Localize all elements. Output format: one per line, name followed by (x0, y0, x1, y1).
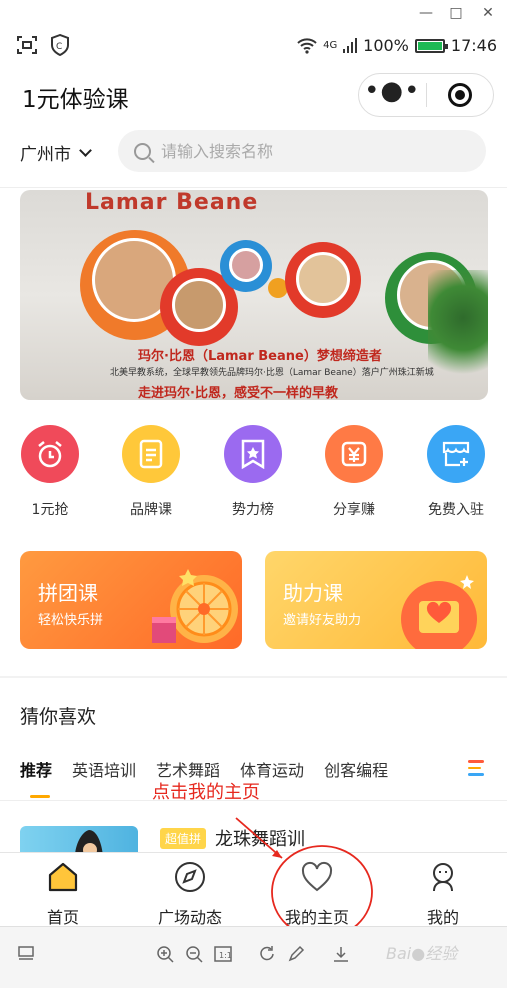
exit-button[interactable] (427, 74, 494, 116)
prize-wheel-icon (152, 569, 238, 643)
close-icon[interactable]: ✕ (475, 2, 501, 24)
category-label: 1元抢 (31, 502, 69, 518)
minimize-icon[interactable]: — (413, 2, 439, 24)
banner-carousel[interactable]: Lamar Beane 玛尔·比恩（Lamar Beane）梦想缔造者 北美早教… (20, 190, 488, 400)
annotation-text: 点击我的主页 (152, 782, 260, 803)
course-title[interactable]: 龙珠舞蹈训 (215, 825, 305, 851)
category-ranking[interactable]: 势力榜 (203, 425, 303, 519)
promo-subtitle: 轻松快乐拼 (38, 613, 104, 628)
nav-label: 我的主页 (284, 908, 349, 927)
gift-heart-icon (401, 575, 477, 649)
target-icon (447, 83, 472, 107)
zoom-in-icon[interactable] (156, 945, 174, 963)
tab-menu-icon[interactable] (468, 760, 486, 776)
signal-icon (343, 37, 358, 53)
battery-percent: 100% (363, 36, 409, 55)
network-type: 4G (323, 39, 338, 51)
nav-square[interactable]: 广场动态 (135, 860, 245, 928)
banner-photo (296, 252, 350, 306)
tab-english[interactable]: 英语培训 (72, 757, 136, 781)
promo-subtitle: 邀请好友助力 (283, 613, 362, 628)
store-add-icon (427, 425, 485, 483)
banner-slogan: 玛尔·比恩（Lamar Beane）梦想缔造者 (138, 349, 382, 364)
search-bar[interactable] (118, 130, 486, 172)
status-icons: 4G 100% 17:46 (297, 36, 497, 55)
section-gap (0, 676, 507, 678)
bookmark-star-icon (224, 425, 282, 483)
category-label: 势力榜 (232, 502, 274, 518)
category-free-join[interactable]: 免费入驻 (406, 425, 506, 519)
category-brand[interactable]: 品牌课 (101, 425, 201, 519)
battery-icon (414, 38, 448, 53)
banner-subtext: 北美早教系统，全球早教领先品牌玛尔·比恩（Lamar Beane）落户广州珠江新… (110, 368, 434, 378)
category-label: 品牌课 (130, 502, 172, 518)
more-button[interactable]: •●• (359, 74, 426, 116)
category-label: 分享赚 (333, 502, 375, 518)
actual-size-icon[interactable]: 1:1 (214, 945, 232, 963)
document-icon (122, 425, 180, 483)
chevron-down-icon (79, 143, 92, 157)
screenshot-icon (17, 36, 37, 54)
page-title: 1元体验课 (22, 87, 129, 113)
nav-home[interactable]: 首页 (8, 860, 118, 928)
section-title: 猜你喜欢 (20, 706, 97, 728)
nav-label: 广场动态 (157, 908, 222, 927)
city-label: 广州市 (20, 145, 71, 165)
nav-my-homepage[interactable]: 我的主页 (262, 860, 372, 928)
layout-icon[interactable] (18, 946, 34, 962)
svg-text:1:1: 1:1 (219, 951, 232, 960)
banner-logo: Lamar Beane (85, 190, 259, 215)
nav-label: 我的 (426, 908, 459, 927)
search-icon (134, 142, 151, 160)
header-divider (0, 187, 507, 188)
tab-coding[interactable]: 创客编程 (324, 757, 388, 781)
category-share[interactable]: 分享赚 (304, 425, 404, 519)
promo-title: 助力课 (283, 581, 343, 605)
active-tab-indicator (30, 795, 50, 798)
edit-icon[interactable] (287, 945, 305, 963)
deal-badge: 超值拼 (160, 828, 207, 849)
banner-photo (172, 278, 226, 332)
alarm-clock-icon (21, 425, 79, 483)
shield-icon: C (51, 34, 69, 56)
heart-icon (301, 861, 333, 892)
user-icon (433, 863, 453, 892)
banner-photo (229, 248, 263, 282)
wifi-icon (297, 37, 317, 54)
yuan-icon (325, 425, 383, 483)
promo-title: 拼团课 (38, 581, 98, 605)
compass-icon (175, 862, 205, 892)
svg-text:C: C (56, 42, 62, 52)
search-input[interactable] (161, 141, 451, 161)
maximize-icon[interactable]: □ (443, 2, 469, 24)
city-selector[interactable]: 广州市 (20, 140, 92, 165)
banner-line3: 走进玛尔·比恩，感受不一样的早教 (138, 386, 338, 400)
category-label: 免费入驻 (428, 502, 484, 518)
nav-label: 首页 (46, 908, 79, 927)
promo-group-buy[interactable]: 拼团课 轻松快乐拼 (20, 551, 242, 649)
tab-recommend[interactable]: 推荐 (20, 757, 52, 781)
nav-mine[interactable]: 我的 (388, 860, 498, 928)
zoom-out-icon[interactable] (185, 945, 203, 963)
category-1yuan[interactable]: 1元抢 (0, 425, 100, 519)
promo-assist[interactable]: 助力课 邀请好友助力 (265, 551, 487, 649)
mini-program-capsule: •●• (358, 73, 494, 117)
rotate-icon[interactable] (258, 945, 276, 963)
more-icon: •●• (364, 76, 421, 106)
clock: 17:46 (450, 36, 497, 55)
home-icon (48, 862, 78, 892)
banner-plant (428, 270, 488, 390)
watermark: Bai●经验 (386, 944, 458, 963)
download-icon[interactable] (332, 945, 350, 963)
